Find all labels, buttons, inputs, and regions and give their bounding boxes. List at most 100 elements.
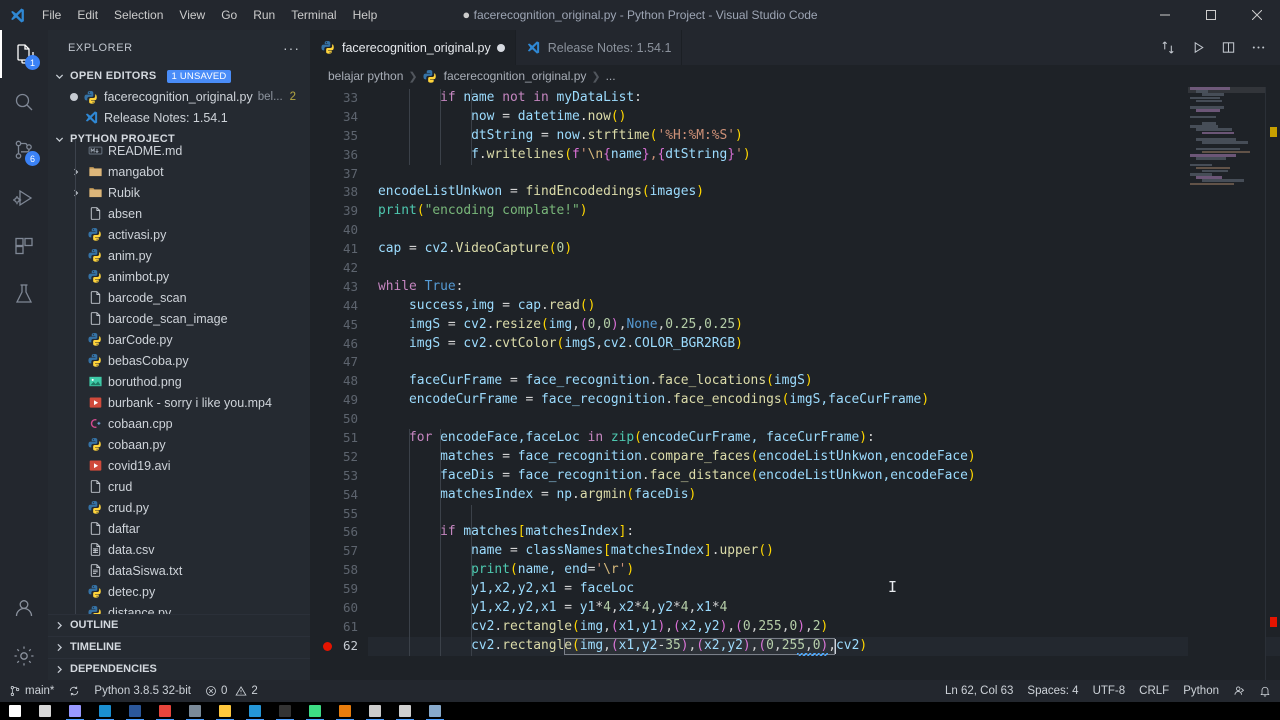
menu-selection[interactable]: Selection: [106, 0, 171, 30]
code-line[interactable]: [368, 165, 1280, 184]
breadcrumb-symbol[interactable]: ...: [606, 69, 616, 83]
file-explorer[interactable]: [210, 702, 240, 720]
line-number-gutter[interactable]: 33 34 35 36 37 38 39 40 41 42 43 44 45 46 47 48 49 50 51 52…: [310, 87, 368, 680]
code-line[interactable]: faceDis = face_recognition.face_distance…: [368, 467, 1280, 486]
line-number[interactable]: 49: [310, 391, 368, 410]
line-number[interactable]: 34: [310, 108, 368, 127]
line-number[interactable]: 36: [310, 146, 368, 165]
code-line[interactable]: matches = face_recognition.compare_faces…: [368, 448, 1280, 467]
activity-run-debug-icon[interactable]: [0, 174, 48, 222]
tree-item-datasiswa-txt[interactable]: dataSiswa.txt: [48, 560, 310, 581]
code-line[interactable]: [368, 221, 1280, 240]
line-number[interactable]: 40: [310, 221, 368, 240]
tree-item-covid19-avi[interactable]: covid19.avi: [48, 455, 310, 476]
visual-studio-code[interactable]: [240, 702, 270, 720]
menu-help[interactable]: Help: [345, 0, 386, 30]
chevron-right-icon[interactable]: [70, 189, 82, 197]
tab-dirty-indicator-icon[interactable]: [496, 43, 505, 52]
line-number[interactable]: 48: [310, 372, 368, 391]
line-number[interactable]: 35: [310, 127, 368, 146]
menu-terminal[interactable]: Terminal: [283, 0, 344, 30]
run-python-file-icon[interactable]: [1184, 33, 1212, 63]
activity-explorer-icon[interactable]: 1: [0, 30, 48, 78]
code-line[interactable]: [368, 353, 1280, 372]
photos-app[interactable]: [180, 702, 210, 720]
code-editor[interactable]: 33 34 35 36 37 38 39 40 41 42 43 44 45 46 47 48 49 50 51 52…: [310, 87, 1280, 680]
code-line[interactable]: encodeListUnkwon = findEncodedings(image…: [368, 183, 1280, 202]
adobe-after-effects[interactable]: [60, 702, 90, 720]
audio-app[interactable]: [360, 702, 390, 720]
close-button[interactable]: [1234, 0, 1280, 30]
line-number[interactable]: 58: [310, 561, 368, 580]
status-eol[interactable]: CRLF: [1132, 680, 1176, 702]
code-line[interactable]: dtString = now.strftime('%H:%M:%S'): [368, 127, 1280, 146]
tree-item-barcode-scan[interactable]: barcode_scan: [48, 287, 310, 308]
code-line[interactable]: y1,x2,y2,x1 = y1*4,x2*4,y2*4,x1*4: [368, 599, 1280, 618]
status-sync[interactable]: [61, 680, 87, 702]
activity-testing-icon[interactable]: [0, 270, 48, 318]
tree-item-cobaan-cpp[interactable]: cobaan.cpp: [48, 413, 310, 434]
code-line[interactable]: imgS = cv2.resize(img,(0,0),None,0.25,0.…: [368, 316, 1280, 335]
menu-go[interactable]: Go: [213, 0, 245, 30]
status-cursor-position[interactable]: Ln 62, Col 63: [938, 680, 1020, 702]
split-editor-vertical-icon[interactable]: [1154, 33, 1182, 63]
tab-facerecognition-original-py[interactable]: facerecognition_original.py: [310, 30, 516, 65]
line-number[interactable]: 57: [310, 542, 368, 561]
tree-item-absen[interactable]: absen: [48, 203, 310, 224]
status-notifications[interactable]: [1252, 680, 1278, 702]
line-number[interactable]: 44: [310, 297, 368, 316]
more-actions-icon[interactable]: [1244, 33, 1272, 63]
code-line[interactable]: print("encoding complate!"): [368, 202, 1280, 221]
code-line[interactable]: [368, 505, 1280, 524]
status-live-share[interactable]: [1226, 680, 1252, 702]
tree-item-data-csv[interactable]: data.csv: [48, 539, 310, 560]
code-line[interactable]: encodeCurFrame = face_recognition.face_e…: [368, 391, 1280, 410]
tree-item-animbot-py[interactable]: animbot.py: [48, 266, 310, 287]
code-line[interactable]: f.writelines(f'\n{name},{dtString}'): [368, 146, 1280, 165]
line-number[interactable]: 33: [310, 89, 368, 108]
tree-item-distance-py[interactable]: distance.py: [48, 602, 310, 614]
line-number[interactable]: 54: [310, 486, 368, 505]
tree-item-bebascoba-py[interactable]: bebasCoba.py: [48, 350, 310, 371]
minimap[interactable]: [1188, 87, 1266, 680]
line-number[interactable]: 46: [310, 335, 368, 354]
code-line[interactable]: cap = cv2.VideoCapture(0): [368, 240, 1280, 259]
status-language-mode[interactable]: Python: [1176, 680, 1226, 702]
code-line[interactable]: if name not in myDataList:: [368, 89, 1280, 108]
activity-settings-gear-icon[interactable]: [0, 632, 48, 680]
line-number[interactable]: 39: [310, 202, 368, 221]
sidebar-more-actions-icon[interactable]: ···: [283, 41, 300, 55]
task-view-button[interactable]: [30, 702, 60, 720]
terminal-app[interactable]: [270, 702, 300, 720]
open-editors-section-header[interactable]: OPEN EDITORS 1 UNSAVED: [48, 65, 310, 87]
code-line[interactable]: matchesIndex = np.argmin(faceDis): [368, 486, 1280, 505]
blender-app[interactable]: [330, 702, 360, 720]
line-number[interactable]: 43: [310, 278, 368, 297]
file-tree[interactable]: README.md mangabot Rubik absen activasi.py an…: [48, 140, 310, 614]
menu-run[interactable]: Run: [245, 0, 283, 30]
microsoft-edge[interactable]: [90, 702, 120, 720]
command-prompt[interactable]: [390, 702, 420, 720]
code-line[interactable]: while True:: [368, 278, 1280, 297]
tree-item-rubik[interactable]: Rubik: [48, 182, 310, 203]
line-number[interactable]: 53: [310, 467, 368, 486]
line-number[interactable]: 45: [310, 316, 368, 335]
code-line[interactable]: success,img = cap.read(): [368, 297, 1280, 316]
tree-item-daftar[interactable]: daftar: [48, 518, 310, 539]
line-number[interactable]: 59: [310, 580, 368, 599]
tree-item-burbank-sorry-i-like-you-mp4[interactable]: burbank - sorry i like you.mp4: [48, 392, 310, 413]
menu-edit[interactable]: Edit: [69, 0, 106, 30]
android-studio[interactable]: [300, 702, 330, 720]
tree-item-boruthod-png[interactable]: boruthod.png: [48, 371, 310, 392]
tree-item-barcode-py[interactable]: barCode.py: [48, 329, 310, 350]
line-number[interactable]: 47: [310, 353, 368, 372]
code-line[interactable]: cv2.rectangle(img,(x1,y1),(x2,y2),(0,255…: [368, 618, 1280, 637]
status-branch[interactable]: main*: [2, 680, 61, 702]
tree-item-cobaan-py[interactable]: cobaan.py: [48, 434, 310, 455]
menu-file[interactable]: File: [34, 0, 69, 30]
start-button[interactable]: [0, 702, 30, 720]
dependencies-panel-header[interactable]: DEPENDENCIES: [48, 657, 310, 680]
status-indentation[interactable]: Spaces: 4: [1020, 680, 1085, 702]
chevron-right-icon[interactable]: [70, 168, 82, 176]
line-number[interactable]: 50: [310, 410, 368, 429]
